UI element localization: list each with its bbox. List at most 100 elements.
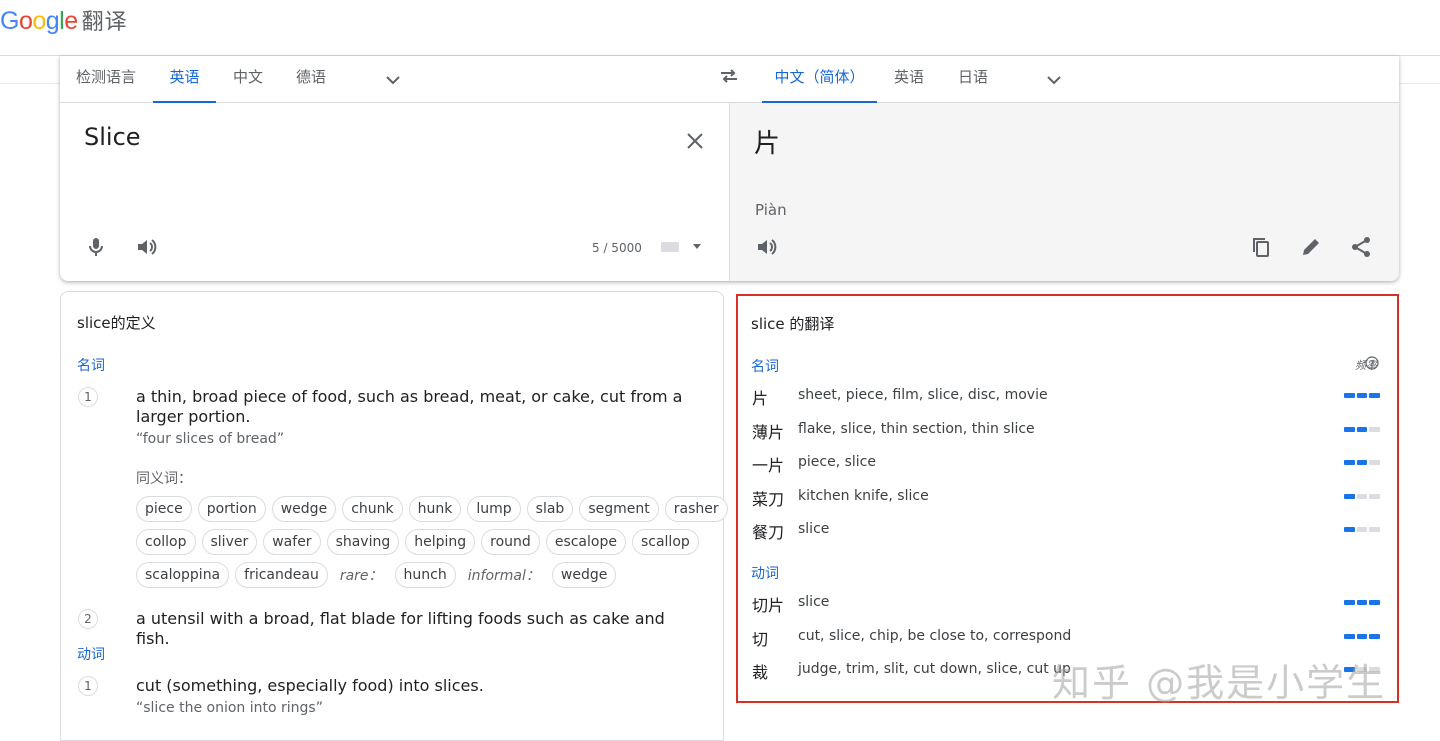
app-name: 翻译: [81, 9, 128, 34]
copy-icon[interactable]: [1249, 235, 1273, 259]
synonym-chip[interactable]: segment: [579, 496, 659, 522]
frequency-bar: [1344, 493, 1381, 499]
source-more-languages-chevron-down-icon[interactable]: [381, 68, 405, 92]
keyboard-dropdown-icon[interactable]: [692, 241, 702, 251]
synonyms-label: 同义词：: [136, 471, 192, 487]
translation-row[interactable]: 切 cut, slice, chip, be close to, correspo…: [752, 622, 1384, 650]
synonym-chip[interactable]: piece: [136, 496, 192, 522]
rare-label: rare：: [339, 568, 383, 584]
keyboard-icon[interactable]: [660, 239, 682, 255]
synonym-chip[interactable]: escalope: [545, 529, 626, 555]
frequency-segment: [1356, 493, 1368, 499]
header: Google 翻译: [0, 0, 1440, 56]
source-speaker-icon[interactable]: [134, 235, 158, 259]
verb-label: 动词: [751, 566, 779, 582]
clear-text-close-icon[interactable]: [683, 129, 707, 153]
translation-row[interactable]: 切片 slice: [752, 588, 1384, 616]
definition-number: 2: [78, 609, 98, 629]
translation-word: 切片: [752, 596, 785, 615]
synonym-chip[interactable]: rasher: [664, 496, 728, 522]
translation-row[interactable]: 薄片 flake, slice, thin section, thin slice: [752, 415, 1384, 443]
frequency-segment: [1369, 527, 1381, 532]
share-icon[interactable]: [1349, 235, 1373, 259]
tab-source-english[interactable]: 英语: [153, 56, 216, 103]
reverse-translations: cut, slice, chip, be close to, correspon…: [798, 627, 1072, 644]
synonym-chip[interactable]: collop: [136, 529, 196, 555]
frequency-segment: [1369, 493, 1381, 499]
target-pane: 片 Piàn: [729, 103, 1399, 281]
translation-row[interactable]: 餐刀 slice: [752, 515, 1384, 543]
frequency-segment: [1344, 460, 1355, 465]
tab-target-japanese[interactable]: 日语: [958, 56, 988, 103]
tab-source-chinese[interactable]: 中文: [233, 56, 263, 103]
logo-letter: e: [64, 7, 78, 35]
frequency-segment: [1369, 633, 1381, 639]
synonym-chip[interactable]: shaving: [326, 529, 400, 555]
frequency-bar: [1344, 460, 1381, 465]
synonyms-row: scaloppina fricandeau rare： hunch informa…: [136, 562, 617, 588]
tab-source-german[interactable]: 德语: [296, 56, 326, 103]
synonym-chip[interactable]: hunch: [394, 562, 456, 588]
target-speaker-icon[interactable]: [754, 235, 778, 259]
synonym-chip[interactable]: scallop: [631, 529, 699, 555]
synonym-chip[interactable]: fricandeau: [235, 562, 328, 588]
translation-word: 切: [752, 629, 769, 649]
synonym-chip[interactable]: lump: [467, 496, 521, 522]
logo-letter: G: [0, 7, 19, 35]
synonym-chip[interactable]: slab: [526, 496, 574, 522]
frequency-segment: [1369, 460, 1381, 465]
help-circle-icon[interactable]: ?: [1365, 356, 1379, 370]
synonym-chip[interactable]: portion: [197, 496, 266, 522]
frequency-segment: [1344, 393, 1355, 398]
synonym-chip[interactable]: wedge: [551, 562, 617, 588]
character-count: 5 / 5000: [592, 241, 642, 255]
translation-word: 菜刀: [752, 489, 785, 509]
synonym-chip[interactable]: round: [481, 529, 540, 555]
synonym-chip[interactable]: wafer: [263, 529, 321, 555]
reverse-translations: sheet, piece, film, slice, disc, movie: [798, 387, 1048, 403]
frequency-segment: [1356, 633, 1368, 639]
frequency-segment: [1356, 527, 1368, 532]
translations-title: slice 的翻译: [751, 315, 835, 333]
google-logo-text: Google: [0, 7, 78, 36]
definition-text: a utensil with a broad, flat blade for l…: [136, 609, 665, 648]
noun-label: 名词: [751, 359, 779, 375]
tab-detect-language[interactable]: 检测语言: [76, 56, 136, 103]
translation-word: 裁: [752, 663, 769, 682]
synonym-chip[interactable]: chunk: [342, 496, 403, 522]
source-text-input[interactable]: Slice: [84, 123, 141, 151]
swap-languages-icon[interactable]: [717, 64, 741, 88]
microphone-icon[interactable]: [84, 235, 108, 259]
edit-pencil-icon[interactable]: [1299, 235, 1323, 259]
synonym-chip[interactable]: sliver: [201, 529, 258, 555]
synonym-chip[interactable]: helping: [405, 529, 476, 555]
frequency-segment: [1356, 460, 1368, 465]
google-translate-logo[interactable]: Google 翻译: [0, 4, 128, 36]
frequency-segment: [1344, 600, 1355, 605]
tab-target-chinese-simplified[interactable]: 中文（简体）: [762, 56, 877, 103]
definitions-panel: slice的定义 名词 1 a thin, broad piece of foo…: [60, 291, 728, 741]
tab-target-english[interactable]: 英语: [894, 56, 924, 103]
source-pane: Slice 5 / 5000: [60, 103, 729, 281]
reverse-translations: slice: [798, 594, 830, 610]
frequency-bar: [1344, 426, 1381, 432]
frequency-segment: [1356, 426, 1368, 432]
reverse-translations: kitchen knife, slice: [798, 487, 929, 504]
frequency-segment: [1356, 600, 1368, 605]
reverse-translations: flake, slice, thin section, thin slice: [798, 420, 1035, 437]
target-more-languages-chevron-down-icon[interactable]: [1042, 68, 1066, 92]
translation-row[interactable]: 菜刀 kitchen knife, slice: [752, 482, 1384, 510]
translation-row[interactable]: 一片 piece, slice: [752, 448, 1384, 476]
frequency-segment: [1356, 393, 1368, 398]
synonym-chip[interactable]: scaloppina: [136, 562, 230, 588]
translation-row[interactable]: 片 sheet, piece, film, slice, disc, movie: [752, 381, 1384, 409]
frequency-segment: [1369, 600, 1381, 605]
frequency-bar: [1344, 600, 1381, 605]
logo-letter: g: [45, 7, 60, 35]
frequency-bar: [1344, 633, 1381, 639]
synonym-chip[interactable]: wedge: [271, 496, 337, 522]
translation-word: 餐刀: [752, 523, 785, 542]
transliteration: Piàn: [755, 201, 787, 219]
translation-word: 片: [752, 389, 769, 408]
synonym-chip[interactable]: hunk: [408, 496, 462, 522]
